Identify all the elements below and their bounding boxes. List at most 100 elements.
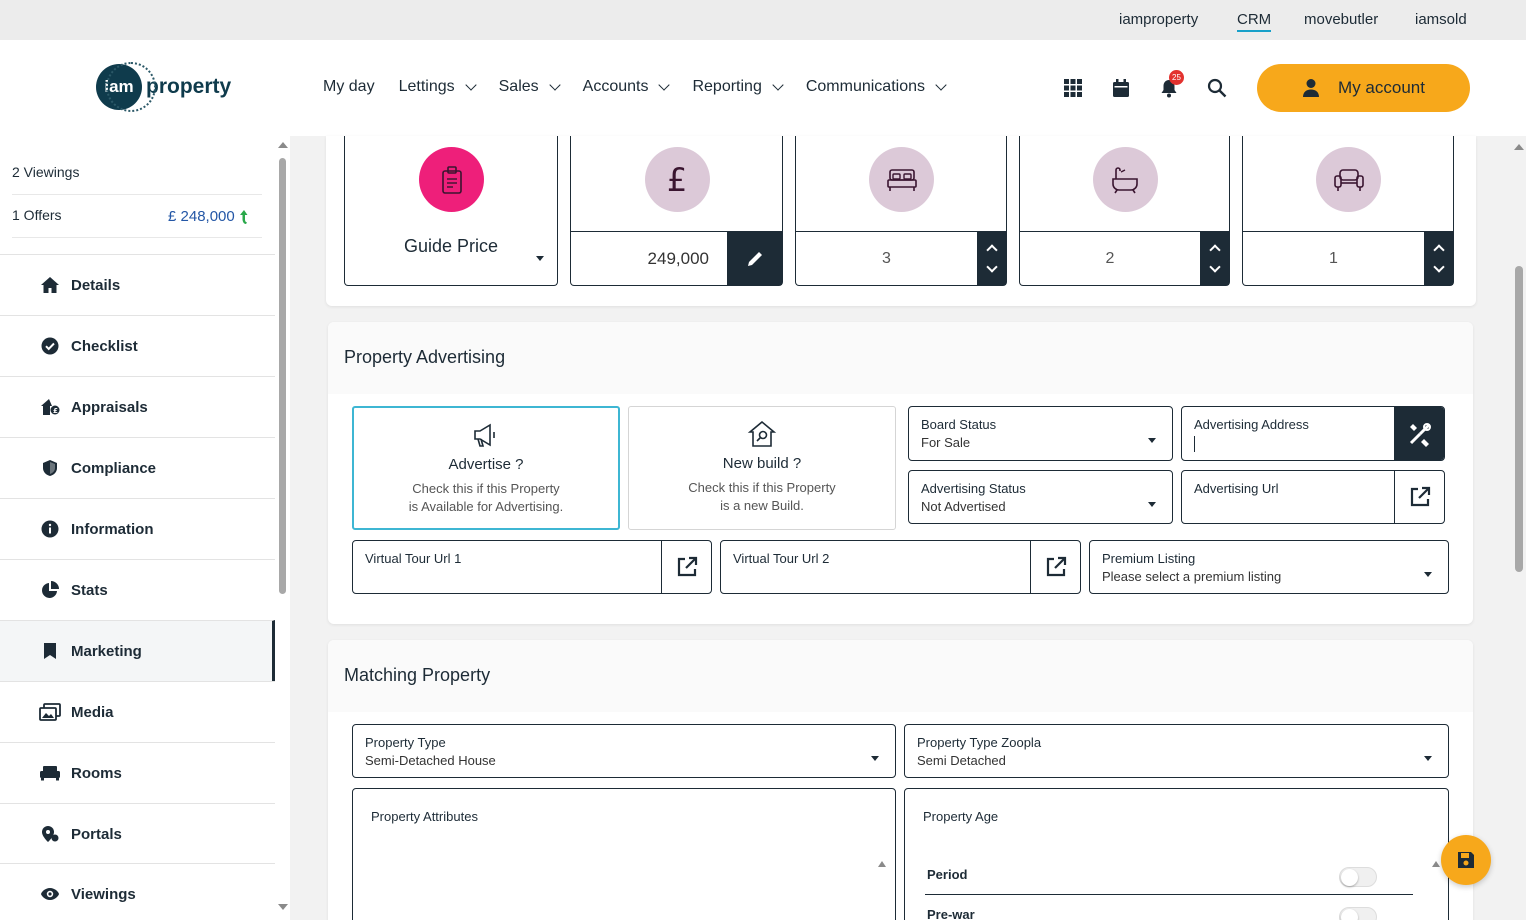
tools-button[interactable] xyxy=(1394,407,1444,460)
bedrooms-input[interactable]: 3 xyxy=(796,250,977,268)
property-attributes-list[interactable]: Property Attributes xyxy=(352,788,896,920)
price-input[interactable]: 249,000 xyxy=(571,249,727,269)
my-account-label: My account xyxy=(1338,78,1425,97)
chevron-up-icon[interactable] xyxy=(985,244,998,256)
external-link-icon xyxy=(1410,486,1430,507)
sidebar-item-information[interactable]: Information xyxy=(0,498,275,559)
edit-price-button[interactable] xyxy=(727,232,782,285)
link-crm[interactable]: CRM xyxy=(1237,11,1272,32)
dropdown-caret-icon xyxy=(1148,438,1156,443)
age-option-toggle[interactable] xyxy=(1339,867,1377,887)
virtual-tour-2-field[interactable]: Virtual Tour Url 2 xyxy=(720,540,1081,594)
scroll-up-arrow[interactable] xyxy=(878,861,886,867)
chevron-down-icon[interactable] xyxy=(1432,261,1445,273)
price-tile: £ 249,000 xyxy=(570,136,783,286)
scroll-up-arrow[interactable] xyxy=(1432,861,1440,867)
sidebar-item-checklist[interactable]: Checklist xyxy=(0,315,275,376)
sidebar-item-appraisals[interactable]: £ Appraisals xyxy=(0,376,275,437)
dropdown-caret-icon xyxy=(1424,756,1432,761)
nav-reporting[interactable]: Reporting xyxy=(692,78,784,96)
field-label: Advertising Url xyxy=(1194,481,1279,496)
sidebar-item-media[interactable]: Media xyxy=(0,681,275,742)
chevron-up-icon[interactable] xyxy=(1208,244,1221,256)
board-status-select[interactable]: Board Status For Sale xyxy=(908,406,1173,461)
sidebar-item-rooms[interactable]: Rooms xyxy=(0,742,275,803)
offers-count[interactable]: 1 Offers xyxy=(12,207,62,223)
offer-amount: £ 248,000 xyxy=(168,208,235,225)
sidebar-item-label: Portals xyxy=(71,825,122,843)
nav-communications[interactable]: Communications xyxy=(806,78,947,96)
notification-badge: 25 xyxy=(1169,70,1184,85)
check-circle-icon xyxy=(39,335,61,357)
field-label: Property Attributes xyxy=(371,809,478,824)
advertising-url-field[interactable]: Advertising Url xyxy=(1181,470,1445,524)
house-key-icon xyxy=(747,419,777,449)
advertise-option[interactable]: Advertise ? Check this if this Property … xyxy=(352,406,620,530)
nav-lettings[interactable]: Lettings xyxy=(399,78,477,96)
scroll-thumb[interactable] xyxy=(1515,266,1523,572)
sidebar-item-viewings[interactable]: Viewings xyxy=(0,863,275,920)
field-label: Premium Listing xyxy=(1102,551,1196,566)
sidebar-item-label: Media xyxy=(71,703,114,721)
save-button[interactable] xyxy=(1441,835,1491,885)
calendar-icon[interactable] xyxy=(1109,76,1133,100)
bell-icon[interactable]: 25 xyxy=(1157,70,1184,100)
chevron-down-icon[interactable] xyxy=(1208,261,1221,273)
open-link-button[interactable] xyxy=(1030,541,1080,593)
property-age-list[interactable]: Property Age Period Pre-war xyxy=(904,788,1449,920)
link-iamsold[interactable]: iamsold xyxy=(1415,11,1467,28)
bedrooms-stepper[interactable] xyxy=(977,232,1006,285)
receptions-input[interactable]: 1 xyxy=(1243,250,1424,268)
sidebar-scrollbar[interactable] xyxy=(277,136,289,920)
home-icon xyxy=(39,274,61,296)
bathrooms-input[interactable]: 2 xyxy=(1020,250,1200,268)
link-iamproperty[interactable]: iamproperty xyxy=(1119,11,1198,28)
bathrooms-stepper[interactable] xyxy=(1200,232,1229,285)
link-movebutler[interactable]: movebutler xyxy=(1304,11,1378,28)
scroll-up-arrow[interactable] xyxy=(278,142,288,148)
virtual-tour-1-field[interactable]: Virtual Tour Url 1 xyxy=(352,540,712,594)
receptions-stepper[interactable] xyxy=(1424,232,1453,285)
dropdown-caret-icon xyxy=(871,756,879,761)
chevron-down-icon xyxy=(935,78,947,91)
chevron-down-icon xyxy=(548,78,561,91)
bed-icon xyxy=(869,147,934,212)
scroll-thumb[interactable] xyxy=(279,158,286,594)
property-type-select[interactable]: Property Type Semi-Detached House xyxy=(352,724,896,778)
external-link-icon xyxy=(1046,556,1066,577)
new-build-option[interactable]: New build ? Check this if this Property … xyxy=(628,406,896,530)
viewings-count[interactable]: 2 Viewings xyxy=(12,164,79,180)
sidebar: 2 Viewings 1 Offers £ 248,000 Details Ch… xyxy=(0,136,290,920)
age-option-toggle[interactable] xyxy=(1339,907,1377,920)
logo[interactable]: iam property xyxy=(96,62,231,112)
nav-accounts[interactable]: Accounts xyxy=(583,78,671,96)
scroll-up-arrow[interactable] xyxy=(1514,144,1524,150)
my-account-button[interactable]: My account xyxy=(1257,64,1470,112)
advertising-status-select[interactable]: Advertising Status Not Advertised xyxy=(908,470,1173,524)
pound-icon: £ xyxy=(644,147,710,212)
chevron-up-icon[interactable] xyxy=(1432,244,1445,256)
field-label: Advertising Status xyxy=(921,481,1026,496)
price-type-tile[interactable]: Guide Price xyxy=(344,136,558,286)
sidebar-item-marketing[interactable]: Marketing xyxy=(0,620,275,681)
offer-value: £ 248,000 xyxy=(168,208,250,225)
main-scrollbar[interactable] xyxy=(1512,136,1526,920)
chevron-down-icon[interactable] xyxy=(985,261,998,273)
nav-label: Sales xyxy=(498,78,539,95)
search-icon[interactable] xyxy=(1205,76,1229,100)
open-link-button[interactable] xyxy=(661,541,711,593)
premium-listing-select[interactable]: Premium Listing Please select a premium … xyxy=(1089,540,1449,594)
top-links-bar: iamproperty CRM movebutler iamsold xyxy=(0,0,1526,40)
apps-grid-icon[interactable] xyxy=(1061,76,1085,100)
sidebar-item-stats[interactable]: Stats xyxy=(0,559,275,620)
scroll-down-arrow[interactable] xyxy=(278,904,288,910)
sidebar-item-compliance[interactable]: Compliance xyxy=(0,437,275,498)
open-link-button[interactable] xyxy=(1394,471,1444,523)
nav-sales[interactable]: Sales xyxy=(498,78,561,96)
property-type-zoopla-select[interactable]: Property Type Zoopla Semi Detached xyxy=(904,724,1449,778)
description-line: is Available for Advertising. xyxy=(408,499,564,514)
advertising-address-field[interactable]: Advertising Address xyxy=(1181,406,1445,461)
nav-my-day[interactable]: My day xyxy=(323,78,375,96)
sidebar-item-portals[interactable]: Portals xyxy=(0,803,275,864)
sidebar-item-details[interactable]: Details xyxy=(0,254,275,315)
